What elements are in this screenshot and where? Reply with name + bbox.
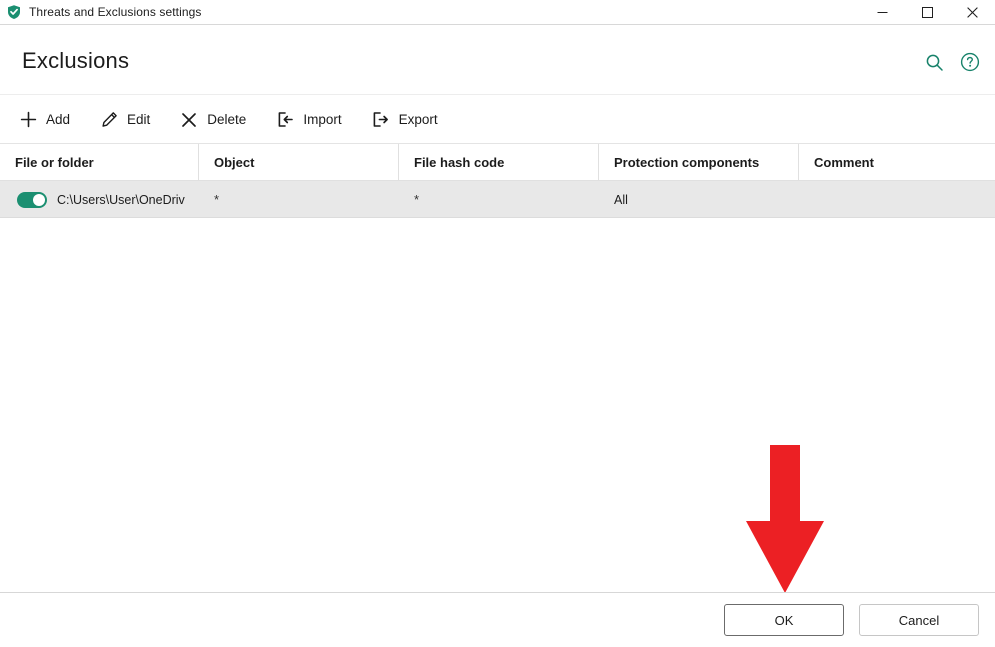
red-down-arrow-icon xyxy=(745,445,825,595)
column-header-protection-components[interactable]: Protection components xyxy=(599,144,799,181)
export-button[interactable]: Export xyxy=(372,105,438,135)
toolbar: Add Edit Delete Import Export xyxy=(0,96,995,144)
window-title: Threats and Exclusions settings xyxy=(29,5,202,19)
import-button[interactable]: Import xyxy=(276,105,342,135)
shield-check-icon xyxy=(6,4,22,20)
cell-object: * xyxy=(214,192,220,207)
dialog-footer: OK Cancel xyxy=(0,592,995,647)
cell-protection-components: All xyxy=(614,192,628,207)
export-button-label: Export xyxy=(398,111,438,127)
cell-file-hash-code: * xyxy=(414,192,420,207)
table-row[interactable]: C:\Users\User\OneDriv * * All xyxy=(0,181,995,218)
cancel-button[interactable]: Cancel xyxy=(859,604,979,636)
pencil-icon xyxy=(100,111,118,129)
close-button[interactable] xyxy=(950,0,995,24)
export-arrow-icon xyxy=(372,111,390,129)
edit-button-label: Edit xyxy=(127,111,151,127)
import-arrow-icon xyxy=(276,111,294,129)
exclusions-table: File or folder Object File hash code Pro… xyxy=(0,144,995,218)
title-bar: Threats and Exclusions settings xyxy=(0,0,995,25)
page-title: Exclusions xyxy=(22,48,130,73)
delete-button[interactable]: Delete xyxy=(180,105,246,135)
add-button-label: Add xyxy=(46,111,71,127)
edit-button[interactable]: Edit xyxy=(100,105,150,135)
column-header-comment[interactable]: Comment xyxy=(799,144,995,181)
window-controls xyxy=(860,0,995,24)
import-button-label: Import xyxy=(303,111,342,127)
add-button[interactable]: Add xyxy=(19,105,70,135)
cell-file-or-folder-label: C:\Users\User\OneDriv xyxy=(57,192,185,207)
maximize-button[interactable] xyxy=(905,0,950,24)
delete-button-label: Delete xyxy=(207,111,247,127)
column-header-file-hash-code[interactable]: File hash code xyxy=(399,144,599,181)
column-header-file-or-folder[interactable]: File or folder xyxy=(0,144,199,181)
header-actions xyxy=(923,51,981,73)
cell-file-or-folder[interactable]: C:\Users\User\OneDriv xyxy=(0,181,199,218)
ok-button[interactable]: OK xyxy=(724,604,844,636)
column-header-object[interactable]: Object xyxy=(199,144,399,181)
plus-icon xyxy=(19,111,37,129)
exclusions-settings-window: Threats and Exclusions settings Exclusio… xyxy=(0,0,995,647)
cell-comment xyxy=(799,181,995,218)
help-circle-icon[interactable] xyxy=(959,51,981,73)
close-x-icon xyxy=(180,111,198,129)
page-header: Exclusions xyxy=(0,25,995,95)
table-header-row: File or folder Object File hash code Pro… xyxy=(0,144,995,181)
minimize-button[interactable] xyxy=(860,0,905,24)
search-icon[interactable] xyxy=(923,51,945,73)
toggle-on-icon[interactable] xyxy=(17,191,47,208)
